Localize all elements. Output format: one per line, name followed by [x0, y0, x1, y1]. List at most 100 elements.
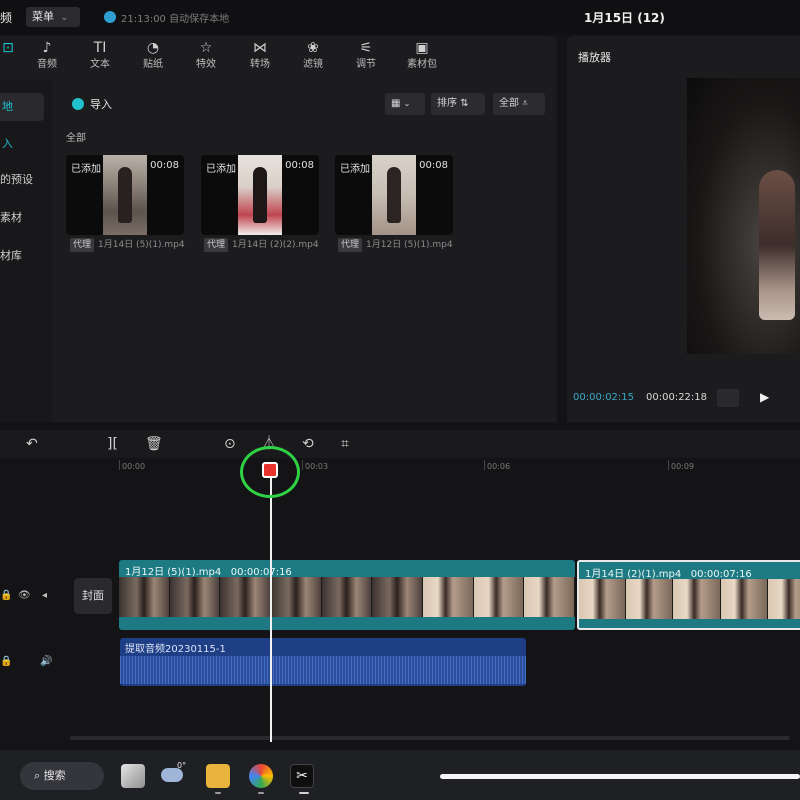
tab-audio[interactable]: ♪ 音频: [27, 36, 67, 80]
tab-adjust[interactable]: ⚟ 调节: [346, 36, 386, 80]
split-icon[interactable]: ][: [107, 436, 118, 452]
cover-button[interactable]: 封面: [74, 578, 112, 614]
freeze-icon[interactable]: ⊙: [224, 436, 236, 452]
ruler-label: 00:06: [487, 462, 511, 471]
rotate-icon[interactable]: ⟲: [302, 436, 314, 452]
media-clip[interactable]: 已添加 00:08: [66, 155, 184, 235]
proxy-badge: 代理: [70, 238, 95, 252]
menu-button[interactable]: 菜单 ⌄: [26, 7, 80, 27]
media-clip[interactable]: 已添加 00:08: [335, 155, 453, 235]
clip-filename: 1月14日 (5)(1).mp4: [98, 240, 185, 250]
clip-thumbnail: [103, 155, 147, 235]
sidebar-item-local[interactable]: 地: [0, 93, 44, 121]
tab-text[interactable]: TI 文本: [80, 36, 120, 80]
tab-sticker-label: 贴纸: [143, 59, 163, 70]
clip-duration: 00:08: [285, 160, 314, 171]
running-indicator: [215, 792, 221, 794]
tab-adjust-label: 调节: [356, 59, 376, 70]
aspect-ratio-button[interactable]: [717, 389, 739, 407]
tab-sticker[interactable]: ◔ 贴纸: [133, 36, 173, 80]
search-label: 搜索: [43, 769, 66, 782]
task-view-icon[interactable]: [121, 764, 145, 788]
clip-added-badge: 已添加: [340, 164, 370, 175]
ruler-tick: [484, 460, 485, 470]
sidebar-item-library[interactable]: 材库: [0, 242, 44, 270]
file-explorer-icon[interactable]: [206, 764, 230, 788]
clip-header: 1月14日 (2)(1).mp4 00:00:07:16: [585, 565, 752, 580]
lock-icon[interactable]: 🔒: [0, 656, 12, 667]
clip-caption: 代理 1月12日 (5)(1).mp4: [338, 238, 453, 252]
view-toggle-button[interactable]: ▦ ⌄: [385, 93, 425, 115]
sidebar-item-presets[interactable]: 的预设: [0, 166, 44, 194]
filter-icon: ❀: [307, 40, 319, 56]
active-indicator: [299, 792, 309, 794]
tap-highlight-ring: [240, 446, 300, 498]
project-title[interactable]: 1月15日 (12): [584, 9, 665, 26]
clip-duration: 00:08: [419, 160, 448, 171]
sort-icon: ⇅: [460, 98, 469, 109]
autosave-status: 21:13:00 自动保存本地: [121, 14, 230, 25]
tab-text-label: 文本: [90, 59, 110, 70]
media-clip[interactable]: 已添加 00:08: [201, 155, 319, 235]
menu-label: 菜单: [32, 10, 54, 23]
ruler-tick: [668, 460, 669, 470]
taskbar-search[interactable]: ⌕ 搜索: [20, 762, 104, 790]
sticker-icon: ◔: [146, 40, 160, 56]
title-bar: [0, 0, 800, 34]
transition-icon: ⋈: [253, 40, 267, 56]
crop-icon[interactable]: ⌗: [341, 436, 349, 452]
import-button[interactable]: 导入: [72, 96, 112, 114]
clip-filename: 1月12日 (5)(1).mp4: [366, 240, 453, 250]
undo-icon[interactable]: ↶: [26, 436, 38, 452]
chevron-down-icon: ⌄: [403, 99, 411, 108]
clip-filmstrip: [579, 579, 800, 619]
proxy-badge: 代理: [338, 238, 363, 252]
tab-transition[interactable]: ⋈ 转场: [240, 36, 280, 80]
filter-label: 全部: [499, 98, 519, 109]
clip-caption: 代理 1月14日 (5)(1).mp4: [70, 238, 185, 252]
filter-button[interactable]: 全部 ⩡: [493, 93, 545, 115]
weather-widget[interactable]: 0°: [161, 761, 189, 788]
audio-waveform: [120, 656, 526, 684]
video-preview[interactable]: [687, 78, 800, 354]
ruler-label: 00:00: [122, 462, 146, 471]
ruler-tick: [302, 460, 303, 470]
capcut-app-icon[interactable]: ✂: [290, 764, 314, 788]
mute-icon[interactable]: ◂: [42, 590, 47, 601]
speaker-icon[interactable]: 🔊: [40, 656, 52, 667]
clip-caption: 代理 1月14日 (2)(2).mp4: [204, 238, 319, 252]
total-timecode: 00:00:22:18: [646, 392, 708, 403]
player-title: 播放器: [578, 51, 611, 64]
package-icon: ▣: [415, 40, 429, 56]
play-icon[interactable]: ▶: [760, 390, 769, 404]
ruler-label: 00:03: [305, 462, 329, 471]
home-indicator-bar: [440, 774, 800, 779]
sort-button[interactable]: 排序 ⇅: [431, 93, 485, 115]
weather-temp: 0°: [177, 761, 187, 770]
sidebar-item-import[interactable]: 入: [0, 130, 44, 158]
tab-filter[interactable]: ❀ 滤镜: [293, 36, 333, 80]
clip-header: 1月12日 (5)(1).mp4 00:00:07:16: [125, 563, 292, 578]
eye-icon[interactable]: 👁: [18, 590, 31, 601]
tab-effects[interactable]: ☆ 特效: [186, 36, 226, 80]
tab-media[interactable]: ⊡: [0, 36, 28, 80]
delete-icon[interactable]: 🗑: [145, 436, 163, 452]
timeline-video-clip-selected[interactable]: 1月14日 (2)(1).mp4 00:00:07:16: [577, 560, 800, 630]
clip-filename: 1月14日 (2)(2).mp4: [232, 240, 319, 250]
playhead-line[interactable]: [270, 470, 272, 742]
media-icon: ⊡: [2, 40, 14, 56]
grid-view-icon: ▦: [391, 98, 401, 109]
timeline-audio-clip[interactable]: 提取音频20230115-1: [120, 638, 526, 686]
import-icon: [72, 98, 84, 110]
section-label: 全部: [66, 133, 86, 144]
sidebar-item-assets[interactable]: 素材: [0, 204, 44, 232]
clip-added-badge: 已添加: [206, 164, 236, 175]
clip-duration: 00:08: [150, 160, 179, 171]
browser-icon[interactable]: [249, 764, 273, 788]
tab-audio-label: 音频: [37, 59, 57, 70]
timeline-video-clip[interactable]: 1月12日 (5)(1).mp4 00:00:07:16: [119, 560, 575, 630]
lock-icon[interactable]: 🔒: [0, 590, 12, 601]
timeline-scrollbar[interactable]: [70, 736, 790, 740]
chevron-down-icon: ⌄: [60, 13, 69, 23]
tab-package[interactable]: ▣ 素材包: [400, 36, 444, 80]
